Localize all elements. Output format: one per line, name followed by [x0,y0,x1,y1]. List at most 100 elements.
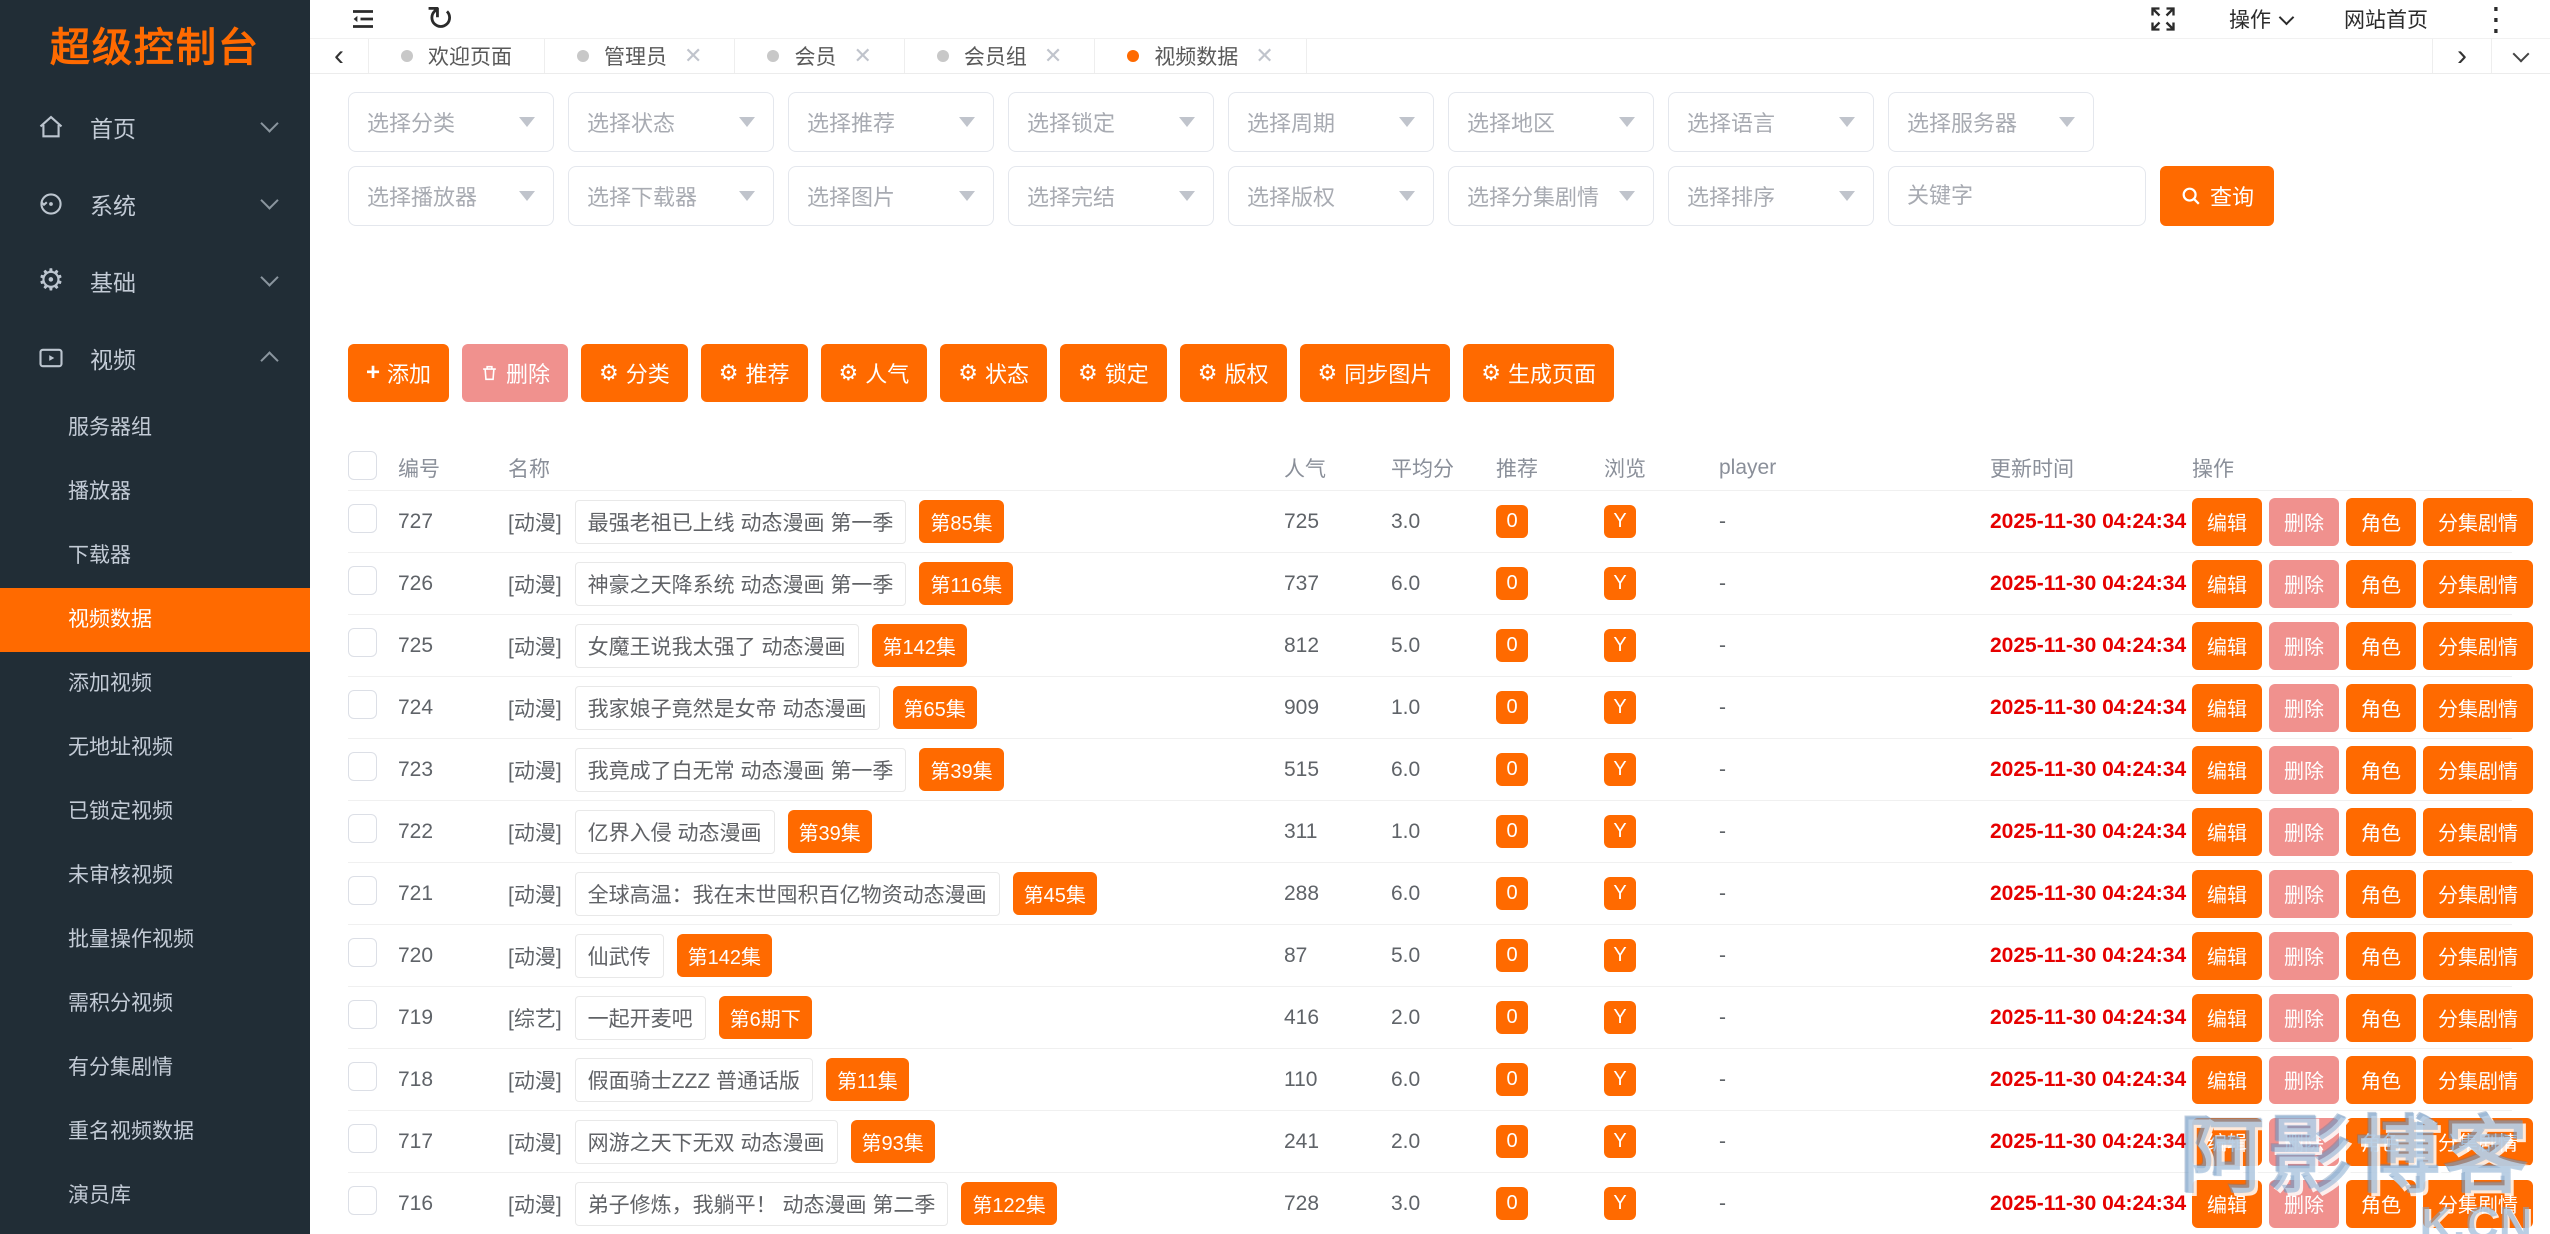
view-toggle-badge[interactable]: Y [1604,1187,1636,1220]
filter-select[interactable]: 选择状态 [568,92,774,152]
row-checkbox[interactable] [348,938,377,967]
edit-button[interactable]: 编辑 [2192,1118,2262,1166]
sidebar-submenu-item[interactable]: 下载器 [0,524,310,588]
video-title-link[interactable]: 假面骑士ZZZ 普通话版 [575,1058,813,1102]
row-delete-button[interactable]: 删除 [2269,1056,2339,1104]
edit-button[interactable]: 编辑 [2192,1180,2262,1228]
view-toggle-badge[interactable]: Y [1604,939,1636,972]
row-checkbox[interactable] [348,504,377,533]
edit-button[interactable]: 编辑 [2192,684,2262,732]
sidebar-submenu-item[interactable]: 无地址视频 [0,716,310,780]
collapse-sidebar-icon[interactable] [348,4,378,34]
filter-select[interactable]: 选择排序 [1668,166,1874,226]
sidebar-submenu-item[interactable]: 批量操作视频 [0,908,310,972]
view-toggle-badge[interactable]: Y [1604,815,1636,848]
status-button[interactable]: ⚙状态 [940,344,1047,402]
row-checkbox[interactable] [348,752,377,781]
row-checkbox[interactable] [348,1124,377,1153]
view-toggle-badge[interactable]: Y [1604,691,1636,724]
role-button[interactable]: 角色 [2346,994,2416,1042]
video-title-link[interactable]: 我家娘子竟然是女帝 动态漫画 [575,686,880,730]
recommend-toggle-badge[interactable]: 0 [1496,1187,1528,1220]
video-title-link[interactable]: 仙武传 [575,934,664,978]
episodes-plot-button[interactable]: 分集剧情 [2423,746,2533,794]
sidebar-item-home[interactable]: 首页 [0,88,310,165]
filter-select[interactable]: 选择语言 [1668,92,1874,152]
tab[interactable]: 管理员 ✕ [545,39,735,73]
delete-button[interactable]: 删除 [462,344,568,402]
role-button[interactable]: 角色 [2346,1180,2416,1228]
filter-select[interactable]: 选择下载器 [568,166,774,226]
episodes-plot-button[interactable]: 分集剧情 [2423,498,2533,546]
role-button[interactable]: 角色 [2346,622,2416,670]
row-delete-button[interactable]: 删除 [2269,870,2339,918]
tab-close-icon[interactable]: ✕ [1255,43,1273,69]
episodes-plot-button[interactable]: 分集剧情 [2423,684,2533,732]
recommend-toggle-badge[interactable]: 0 [1496,567,1528,600]
video-title-link[interactable]: 我竟成了白无常 动态漫画 第一季 [575,748,907,792]
filter-select[interactable]: 选择锁定 [1008,92,1214,152]
filter-select[interactable]: 选择版权 [1228,166,1434,226]
row-checkbox[interactable] [348,690,377,719]
row-delete-button[interactable]: 删除 [2269,994,2339,1042]
video-title-link[interactable]: 最强老祖已上线 动态漫画 第一季 [575,500,907,544]
sidebar-submenu-item[interactable]: 视频数据 [0,588,310,652]
lock-button[interactable]: ⚙锁定 [1060,344,1167,402]
tab-close-icon[interactable]: ✕ [853,43,871,69]
tabs-scroll-right-button[interactable]: › [2432,39,2491,73]
recommend-toggle-badge[interactable]: 0 [1496,939,1528,972]
video-title-link[interactable]: 全球高温：我在末世囤积百亿物资动态漫画 [575,872,1000,916]
video-title-link[interactable]: 女魔王说我太强了 动态漫画 [575,624,859,668]
edit-button[interactable]: 编辑 [2192,870,2262,918]
edit-button[interactable]: 编辑 [2192,746,2262,794]
row-delete-button[interactable]: 删除 [2269,684,2339,732]
tabs-scroll-left-button[interactable]: ‹ [310,39,369,73]
row-delete-button[interactable]: 删除 [2269,808,2339,856]
episodes-plot-button[interactable]: 分集剧情 [2423,994,2533,1042]
row-delete-button[interactable]: 删除 [2269,1180,2339,1228]
filter-select[interactable]: 选择完结 [1008,166,1214,226]
fullscreen-icon[interactable] [2149,5,2177,33]
edit-button[interactable]: 编辑 [2192,994,2262,1042]
copyright-button[interactable]: ⚙版权 [1180,344,1287,402]
tab[interactable]: 欢迎页面 [369,39,545,73]
view-toggle-badge[interactable]: Y [1604,753,1636,786]
row-delete-button[interactable]: 删除 [2269,746,2339,794]
tab[interactable]: 视频数据 ✕ [1095,39,1306,73]
recommend-toggle-badge[interactable]: 0 [1496,877,1528,910]
filter-select[interactable]: 选择播放器 [348,166,554,226]
sidebar-submenu-item[interactable]: 需积分视频 [0,972,310,1036]
role-button[interactable]: 角色 [2346,1056,2416,1104]
video-title-link[interactable]: 一起开麦吧 [575,996,706,1040]
view-toggle-badge[interactable]: Y [1604,1001,1636,1034]
episodes-plot-button[interactable]: 分集剧情 [2423,560,2533,608]
action-dropdown[interactable]: 操作 [2229,4,2292,34]
row-checkbox[interactable] [348,628,377,657]
sidebar-submenu-item[interactable]: 演员库 [0,1164,310,1228]
filter-select[interactable]: 选择地区 [1448,92,1654,152]
recommend-toggle-badge[interactable]: 0 [1496,629,1528,662]
sidebar-submenu-item[interactable]: 重名视频数据 [0,1100,310,1164]
video-title-link[interactable]: 亿界入侵 动态漫画 [575,810,775,854]
sidebar-item-video[interactable]: 视频 [0,319,310,396]
episodes-plot-button[interactable]: 分集剧情 [2423,1056,2533,1104]
video-title-link[interactable]: 神豪之天降系统 动态漫画 第一季 [575,562,907,606]
site-home-link[interactable]: 网站首页 [2344,4,2428,34]
episodes-plot-button[interactable]: 分集剧情 [2423,870,2533,918]
view-toggle-badge[interactable]: Y [1604,1125,1636,1158]
episodes-plot-button[interactable]: 分集剧情 [2423,1180,2533,1228]
recommend-toggle-badge[interactable]: 0 [1496,505,1528,538]
kebab-menu-icon[interactable]: ⋮ [2480,3,2512,35]
view-toggle-badge[interactable]: Y [1604,567,1636,600]
sidebar-submenu-item[interactable]: 服务器组 [0,396,310,460]
role-button[interactable]: 角色 [2346,870,2416,918]
popularity-button[interactable]: ⚙人气 [821,344,928,402]
episodes-plot-button[interactable]: 分集剧情 [2423,808,2533,856]
role-button[interactable]: 角色 [2346,560,2416,608]
view-toggle-badge[interactable]: Y [1604,505,1636,538]
row-checkbox[interactable] [348,876,377,905]
tab-close-icon[interactable]: ✕ [684,43,702,69]
row-checkbox[interactable] [348,566,377,595]
sidebar-item-system[interactable]: 系统 [0,165,310,242]
recommend-toggle-badge[interactable]: 0 [1496,1001,1528,1034]
